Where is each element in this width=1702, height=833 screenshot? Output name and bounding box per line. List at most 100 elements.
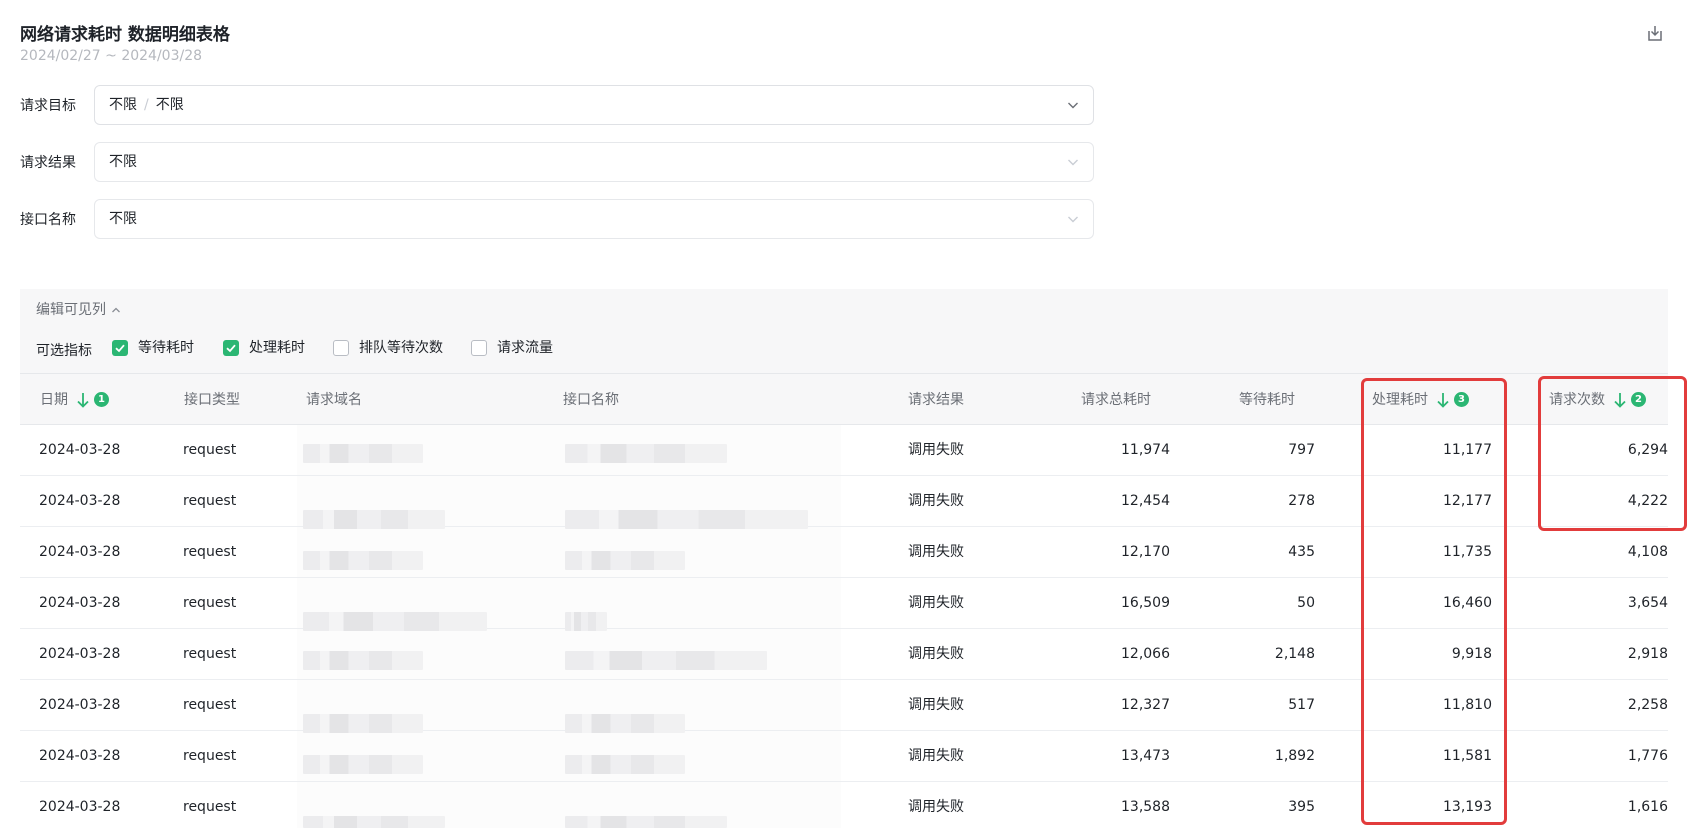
cell-total-time: 11,974 xyxy=(1121,442,1170,458)
column-header-request-domain[interactable]: 请求域名 xyxy=(306,374,362,426)
sort-order-badge: 2 xyxy=(1631,392,1646,407)
column-header-interface-type[interactable]: 接口类型 xyxy=(184,374,240,426)
request-result-select[interactable]: 不限 xyxy=(94,142,1094,182)
arrow-down-icon xyxy=(1437,393,1449,408)
redacted-domain xyxy=(303,816,445,828)
cell-total-time: 13,588 xyxy=(1121,799,1170,815)
cell-total-time: 12,327 xyxy=(1121,697,1170,713)
cell-interface-type: request xyxy=(183,697,237,713)
cell-process-time: 11,735 xyxy=(1443,544,1492,560)
cell-request-result: 调用失败 xyxy=(908,697,964,713)
cell-wait-time: 435 xyxy=(1288,544,1315,560)
table-row[interactable]: 2024-03-28 request 调用失败 12,170 435 11,73… xyxy=(20,527,1668,578)
visible-columns-panel: 编辑可见列 可选指标 等待耗时 处理耗时 排队等待次数 请求流量 xyxy=(20,289,1668,373)
checkbox-label: 等待耗时 xyxy=(138,340,194,356)
select-value: 不限 xyxy=(109,154,137,170)
redacted-interface-name xyxy=(565,444,727,463)
cell-request-result: 调用失败 xyxy=(908,442,964,458)
sort-indicator: 2 xyxy=(1613,391,1647,409)
cell-wait-time: 1,892 xyxy=(1274,748,1315,764)
cell-date: 2024-03-28 xyxy=(39,799,121,815)
select-value-part: 不限 xyxy=(155,97,184,113)
filter-label: 接口名称 xyxy=(20,212,76,228)
cell-total-time: 12,454 xyxy=(1121,493,1170,509)
checkbox-label: 排队等待次数 xyxy=(359,340,443,356)
checkbox-unchecked-icon xyxy=(471,340,487,356)
cell-request-count: 2,258 xyxy=(1627,697,1668,713)
chevron-down-icon xyxy=(1068,216,1078,223)
filter-interface-name: 接口名称 不限 xyxy=(20,199,1100,241)
cell-date: 2024-03-28 xyxy=(39,595,121,611)
table-row[interactable]: 2024-03-28 request 调用失败 12,454 278 12,17… xyxy=(20,476,1668,529)
table-row[interactable]: 2024-03-28 request 调用失败 11,974 797 11,17… xyxy=(20,425,1668,476)
table-row[interactable]: 2024-03-28 request 调用失败 16,509 50 16,460… xyxy=(20,578,1668,631)
cell-total-time: 12,066 xyxy=(1121,646,1170,662)
cell-wait-time: 517 xyxy=(1288,697,1315,713)
column-header-request-result[interactable]: 请求结果 xyxy=(908,374,964,426)
filter-label: 请求结果 xyxy=(20,155,76,171)
cell-total-time: 12,170 xyxy=(1121,544,1170,560)
column-header-total-time[interactable]: 请求总耗时 xyxy=(1081,374,1151,426)
redacted-domain xyxy=(303,755,423,774)
interface-name-select[interactable]: 不限 xyxy=(94,199,1094,239)
cell-total-time: 16,509 xyxy=(1121,595,1170,611)
cell-wait-time: 278 xyxy=(1288,493,1315,509)
arrow-down-icon xyxy=(77,393,89,408)
select-value-part: 不限 xyxy=(109,97,137,113)
column-header-request-count[interactable]: 请求次数 2 xyxy=(1549,374,1647,426)
cell-process-time: 11,177 xyxy=(1443,442,1492,458)
cell-wait-time: 2,148 xyxy=(1274,646,1315,662)
column-header-interface-name[interactable]: 接口名称 xyxy=(563,374,619,426)
redacted-domain xyxy=(303,444,423,463)
column-label: 日期 xyxy=(40,392,68,408)
table-row[interactable]: 2024-03-28 request 调用失败 12,327 517 11,81… xyxy=(20,680,1668,733)
table-row[interactable]: 2024-03-28 request 调用失败 12,066 2,148 9,9… xyxy=(20,629,1668,680)
cell-interface-type: request xyxy=(183,544,237,560)
cell-date: 2024-03-28 xyxy=(39,697,121,713)
select-separator: / xyxy=(144,97,149,113)
checkbox-checked-icon xyxy=(223,340,239,356)
checkbox-label: 处理耗时 xyxy=(249,340,305,356)
checkbox-unchecked-icon xyxy=(333,340,349,356)
redacted-domain xyxy=(303,551,423,570)
table-row[interactable]: 2024-03-28 request 调用失败 13,588 395 13,19… xyxy=(20,782,1668,833)
redacted-interface-name xyxy=(565,551,685,570)
edit-visible-columns-toggle[interactable]: 编辑可见列 xyxy=(36,299,122,319)
toggle-label: 编辑可见列 xyxy=(36,302,106,318)
cell-date: 2024-03-28 xyxy=(39,748,121,764)
export-button[interactable] xyxy=(1644,22,1666,44)
request-target-select[interactable]: 不限 / 不限 xyxy=(94,85,1094,125)
checkbox-label: 请求流量 xyxy=(497,340,553,356)
cell-request-count: 3,654 xyxy=(1627,595,1668,611)
column-header-process-time[interactable]: 处理耗时 3 xyxy=(1372,374,1470,426)
chevron-up-icon xyxy=(112,307,120,313)
cell-interface-type: request xyxy=(183,595,237,611)
cell-process-time: 9,918 xyxy=(1451,646,1492,662)
cell-date: 2024-03-28 xyxy=(39,442,121,458)
cell-process-time: 16,460 xyxy=(1443,595,1492,611)
cell-interface-type: request xyxy=(183,442,237,458)
cell-request-result: 调用失败 xyxy=(908,799,964,815)
export-icon xyxy=(1648,26,1662,41)
column-header-wait-time[interactable]: 等待耗时 xyxy=(1239,374,1295,426)
column-label: 请求次数 xyxy=(1549,392,1605,408)
cell-date: 2024-03-28 xyxy=(39,493,121,509)
redacted-domain xyxy=(303,651,423,670)
cell-process-time: 12,177 xyxy=(1443,493,1492,509)
redacted-interface-name xyxy=(565,755,685,774)
cell-interface-type: request xyxy=(183,748,237,764)
cell-request-count: 2,918 xyxy=(1627,646,1668,662)
sort-indicator: 1 xyxy=(76,391,110,409)
table-row[interactable]: 2024-03-28 request 调用失败 13,473 1,892 11,… xyxy=(20,731,1668,782)
date-range: 2024/02/27 ~ 2024/03/28 xyxy=(20,48,203,64)
redacted-interface-name xyxy=(565,651,767,670)
filter-request-result: 请求结果 不限 xyxy=(20,142,1100,184)
cell-request-result: 调用失败 xyxy=(908,493,964,509)
cell-request-result: 调用失败 xyxy=(908,646,964,662)
cell-wait-time: 395 xyxy=(1288,799,1315,815)
arrow-down-icon xyxy=(1614,393,1626,408)
page-title: 网络请求耗时 数据明细表格 xyxy=(20,25,230,45)
sort-order-badge: 1 xyxy=(94,392,109,407)
cell-process-time: 11,581 xyxy=(1443,748,1492,764)
column-header-date[interactable]: 日期 1 xyxy=(40,374,110,426)
